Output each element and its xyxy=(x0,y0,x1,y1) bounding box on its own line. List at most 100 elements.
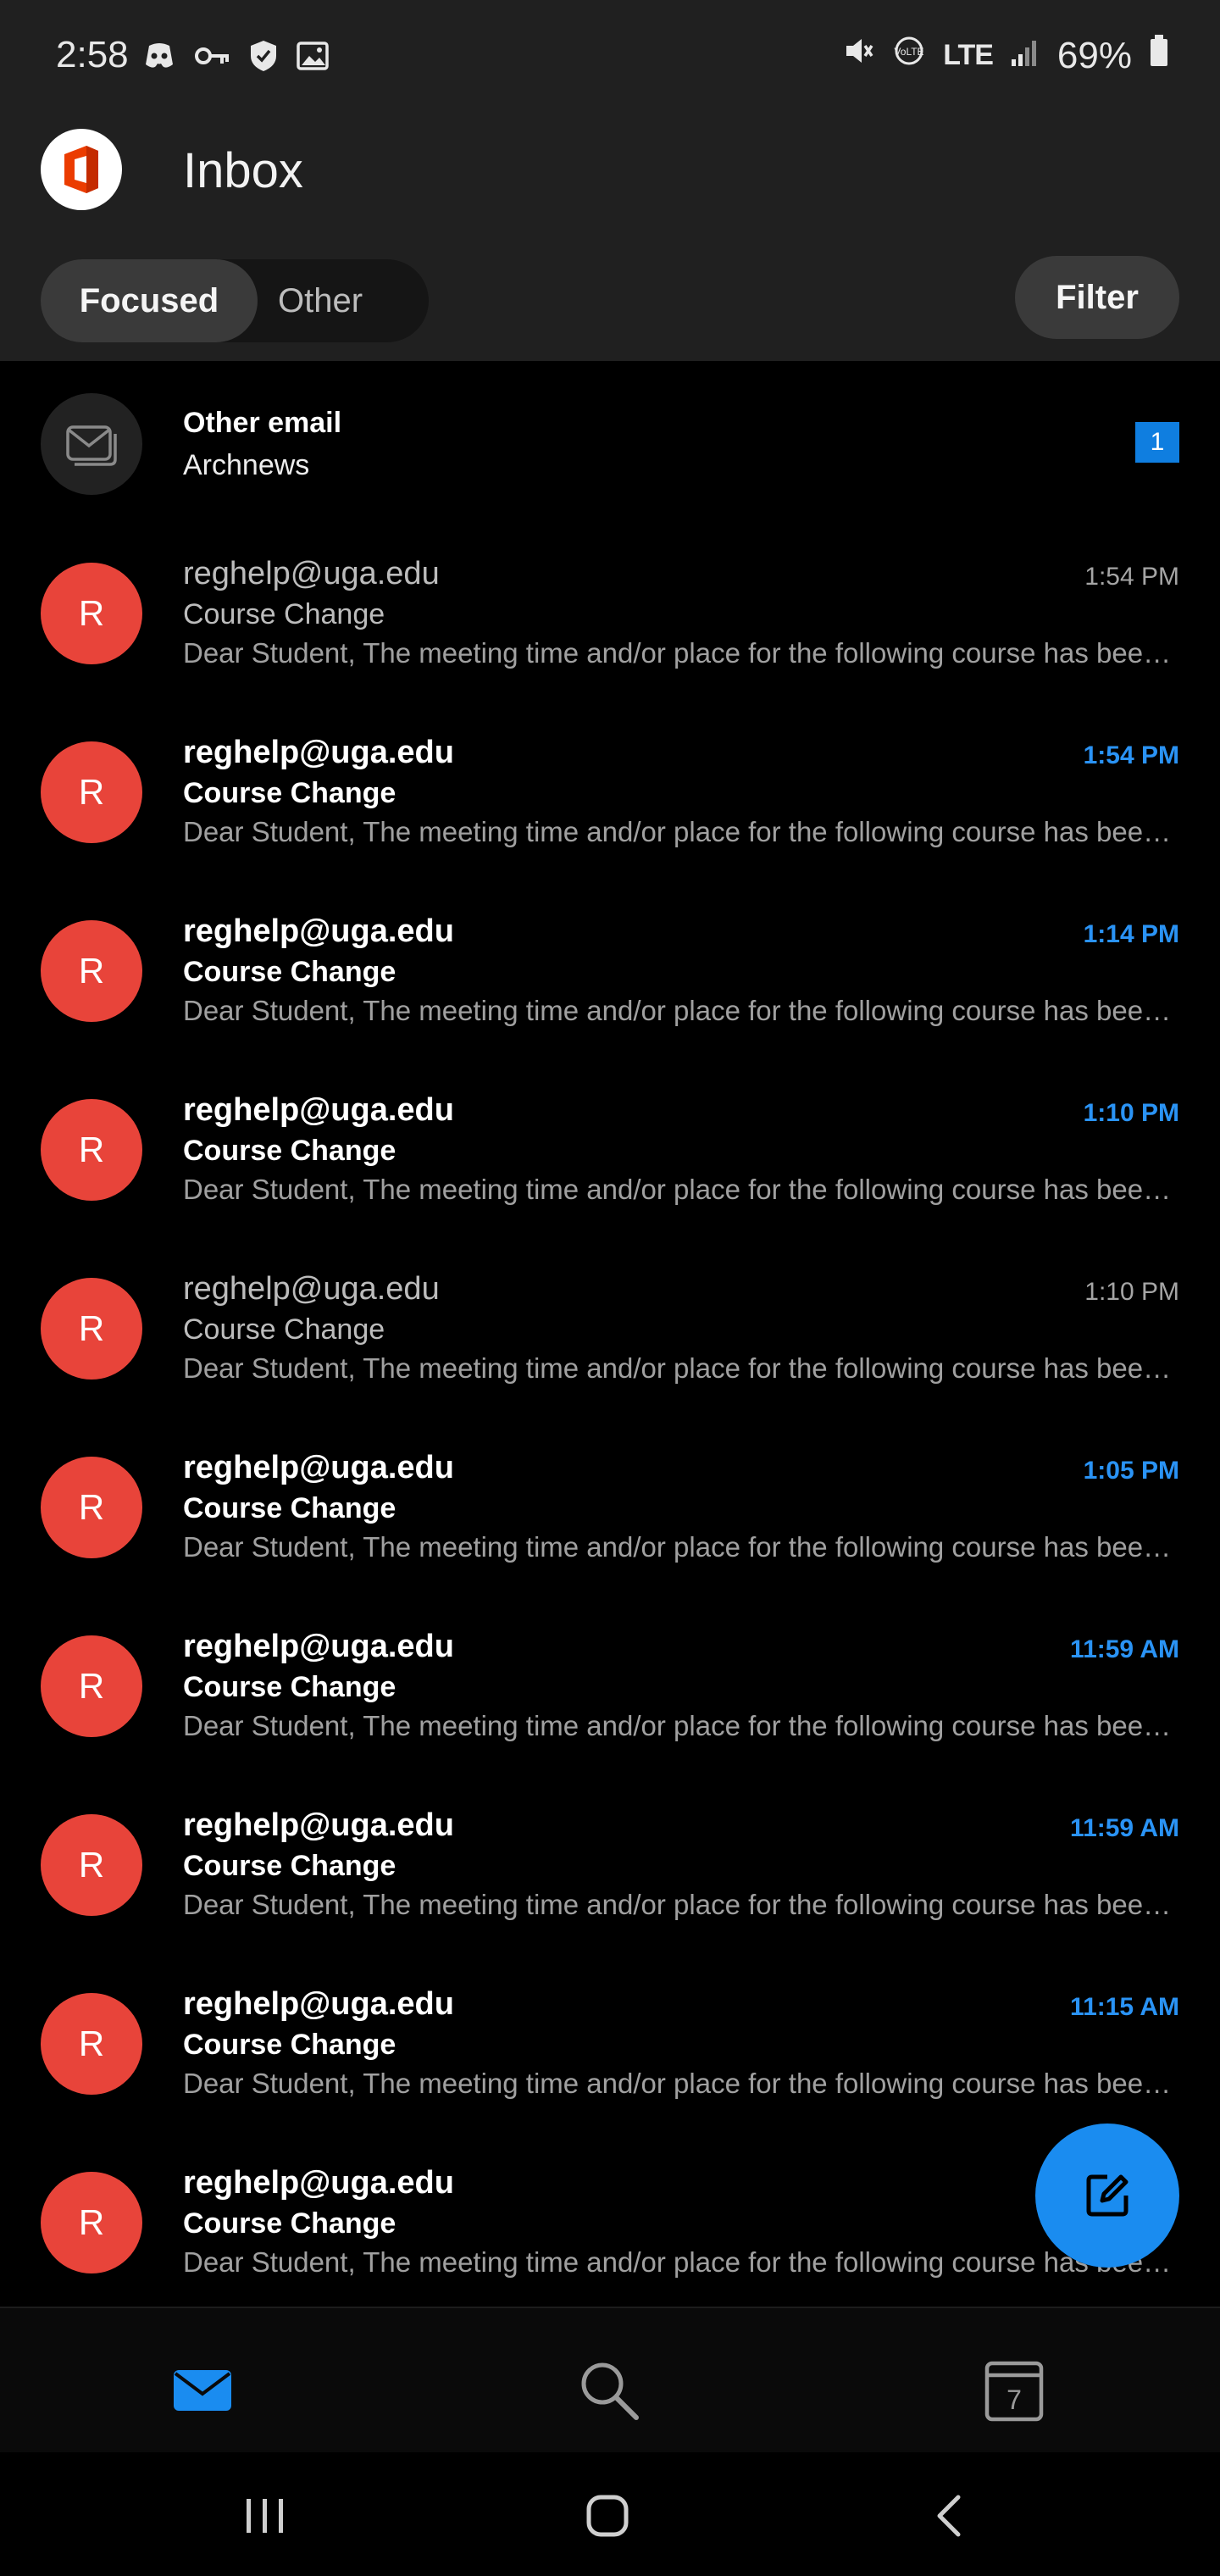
calendar-day-label: 7 xyxy=(1006,2384,1022,2415)
email-preview: Dear Student, The meeting time and/or pl… xyxy=(183,1174,1179,1205)
tab-focused[interactable]: Focused xyxy=(41,259,258,342)
sender-avatar: R xyxy=(41,563,142,664)
sender-avatar: R xyxy=(41,1278,142,1380)
office-logo-icon[interactable] xyxy=(41,129,122,210)
unread-count-badge: 1 xyxy=(1135,422,1179,463)
email-row[interactable]: Rreghelp@uga.edu 1:14 PM Course Change Dear… xyxy=(0,895,1220,1074)
email-sender: reghelp@uga.edu xyxy=(183,913,454,949)
email-row[interactable]: Rreghelp@uga.edu 1:54 PM Course Change Dear… xyxy=(0,716,1220,895)
search-tab[interactable] xyxy=(571,2352,647,2429)
email-row[interactable]: Rreghelp@uga.edu Course Change Dear Studen… xyxy=(0,2146,1220,2325)
calendar-tab[interactable]: 7 xyxy=(976,2352,1052,2429)
email-time: 1:54 PM xyxy=(1083,741,1179,769)
email-preview: Dear Student, The meeting time and/or pl… xyxy=(183,1889,1179,1920)
email-sender: reghelp@uga.edu xyxy=(183,1092,454,1128)
mail-tab[interactable] xyxy=(164,2352,241,2429)
email-subject: Course Change xyxy=(183,1671,396,1703)
other-email-row[interactable]: Other email Archnews 1 xyxy=(0,361,1220,530)
email-sender: reghelp@uga.edu xyxy=(183,2165,454,2201)
email-time: 1:10 PM xyxy=(1084,1278,1179,1306)
email-subject: Course Change xyxy=(183,1313,385,1346)
email-sender: reghelp@uga.edu xyxy=(183,735,454,770)
shield-icon xyxy=(249,39,278,77)
sender-avatar: R xyxy=(41,920,142,1022)
sender-avatar: R xyxy=(41,1457,142,1558)
email-time: 1:05 PM xyxy=(1083,1457,1179,1485)
email-sender: reghelp@uga.edu xyxy=(183,1450,454,1485)
email-time: 1:14 PM xyxy=(1083,920,1179,948)
sender-avatar: R xyxy=(41,1635,142,1737)
email-preview: Dear Student, The meeting time and/or pl… xyxy=(183,2068,1179,2099)
search-icon xyxy=(581,2362,639,2420)
email-preview: Dear Student, The meeting time and/or pl… xyxy=(183,2246,1179,2278)
sender-avatar: R xyxy=(41,741,142,843)
email-row[interactable]: Rreghelp@uga.edu 11:59 AM Course Change Dea… xyxy=(0,1789,1220,1968)
status-time: 2:58 xyxy=(56,34,129,75)
email-subject: Course Change xyxy=(183,1135,396,1167)
recent-apps-button[interactable] xyxy=(227,2478,303,2554)
email-row[interactable]: Rreghelp@uga.edu 11:15 AM Course Change Dea… xyxy=(0,1968,1220,2146)
email-time: 11:59 AM xyxy=(1070,1635,1179,1663)
battery-icon xyxy=(1149,34,1169,77)
email-row[interactable]: Rreghelp@uga.edu 1:05 PM Course Change Dear… xyxy=(0,1431,1220,1610)
network-type: LTE xyxy=(943,39,994,71)
discord-icon xyxy=(142,41,176,75)
email-sender: reghelp@uga.edu xyxy=(183,556,440,591)
email-row[interactable]: Rreghelp@uga.edu 1:10 PM Course Change Dear… xyxy=(0,1074,1220,1252)
recent-apps-icon xyxy=(247,2499,283,2533)
status-right: VoLTE LTE 69% xyxy=(841,34,1169,77)
email-subject: Course Change xyxy=(183,956,396,988)
sender-avatar: R xyxy=(41,1099,142,1201)
email-time: 11:59 AM xyxy=(1070,1814,1179,1842)
page-title: Inbox xyxy=(183,143,303,198)
other-email-title: Other email xyxy=(183,407,342,439)
email-time: 1:54 PM xyxy=(1084,563,1179,591)
sender-avatar: R xyxy=(41,1993,142,2095)
notification-icons xyxy=(142,39,329,77)
status-bar: 2:58 VoLTE LTE 69% xyxy=(0,0,1220,117)
filter-button[interactable]: Filter xyxy=(1015,256,1179,339)
email-subject: Course Change xyxy=(183,1850,396,1882)
email-preview: Dear Student, The meeting time and/or pl… xyxy=(183,1710,1179,1741)
email-row[interactable]: Rreghelp@uga.edu 1:10 PM Course Change Dear… xyxy=(0,1252,1220,1431)
system-navigation-bar xyxy=(0,2452,1220,2576)
home-icon xyxy=(586,2495,629,2537)
tab-other[interactable]: Other xyxy=(278,259,363,342)
email-subject: Course Change xyxy=(183,2207,396,2240)
image-icon xyxy=(297,42,329,75)
key-icon xyxy=(195,43,230,73)
compose-button[interactable] xyxy=(1035,2124,1179,2268)
email-sender: reghelp@uga.edu xyxy=(183,1807,454,1843)
email-preview: Dear Student, The meeting time and/or pl… xyxy=(183,1352,1179,1384)
top-app-bar: 2:58 VoLTE LTE 69% Inbox Focused Other F… xyxy=(0,0,1220,361)
email-sender: reghelp@uga.edu xyxy=(183,1271,440,1307)
email-subject: Course Change xyxy=(183,2029,396,2061)
mail-icon xyxy=(174,2370,231,2411)
email-row[interactable]: Rreghelp@uga.edu 11:59 AM Course Change Dea… xyxy=(0,1610,1220,1789)
email-subject: Course Change xyxy=(183,598,385,630)
email-time: 11:15 AM xyxy=(1070,1993,1179,2021)
home-button[interactable] xyxy=(569,2478,646,2554)
inbox-tabs: Focused Other xyxy=(41,259,429,342)
email-time: 1:10 PM xyxy=(1083,1099,1179,1127)
back-icon xyxy=(937,2495,961,2537)
back-button[interactable] xyxy=(912,2478,988,2554)
email-row[interactable]: Rreghelp@uga.edu 1:54 PM Course Change Dear… xyxy=(0,537,1220,716)
vibrate-mute-icon xyxy=(841,34,875,77)
sender-avatar: R xyxy=(41,2172,142,2273)
email-preview: Dear Student, The meeting time and/or pl… xyxy=(183,1531,1179,1563)
battery-level: 69% xyxy=(1056,34,1132,76)
mail-stack-icon xyxy=(41,393,142,495)
email-sender: reghelp@uga.edu xyxy=(183,1629,454,1664)
email-preview: Dear Student, The meeting time and/or pl… xyxy=(183,816,1179,847)
signal-icon xyxy=(1010,35,1040,77)
bottom-navigation: 7 xyxy=(0,2307,1220,2452)
email-subject: Course Change xyxy=(183,777,396,809)
compose-icon xyxy=(1086,2174,1128,2217)
email-list: Rreghelp@uga.edu 1:54 PM Course Change Dear… xyxy=(0,537,1220,2325)
other-email-sender: Archnews xyxy=(183,449,310,481)
calendar-icon: 7 xyxy=(984,2361,1044,2422)
svg-text:VoLTE: VoLTE xyxy=(895,46,924,58)
email-subject: Course Change xyxy=(183,1492,396,1524)
sender-avatar: R xyxy=(41,1814,142,1916)
